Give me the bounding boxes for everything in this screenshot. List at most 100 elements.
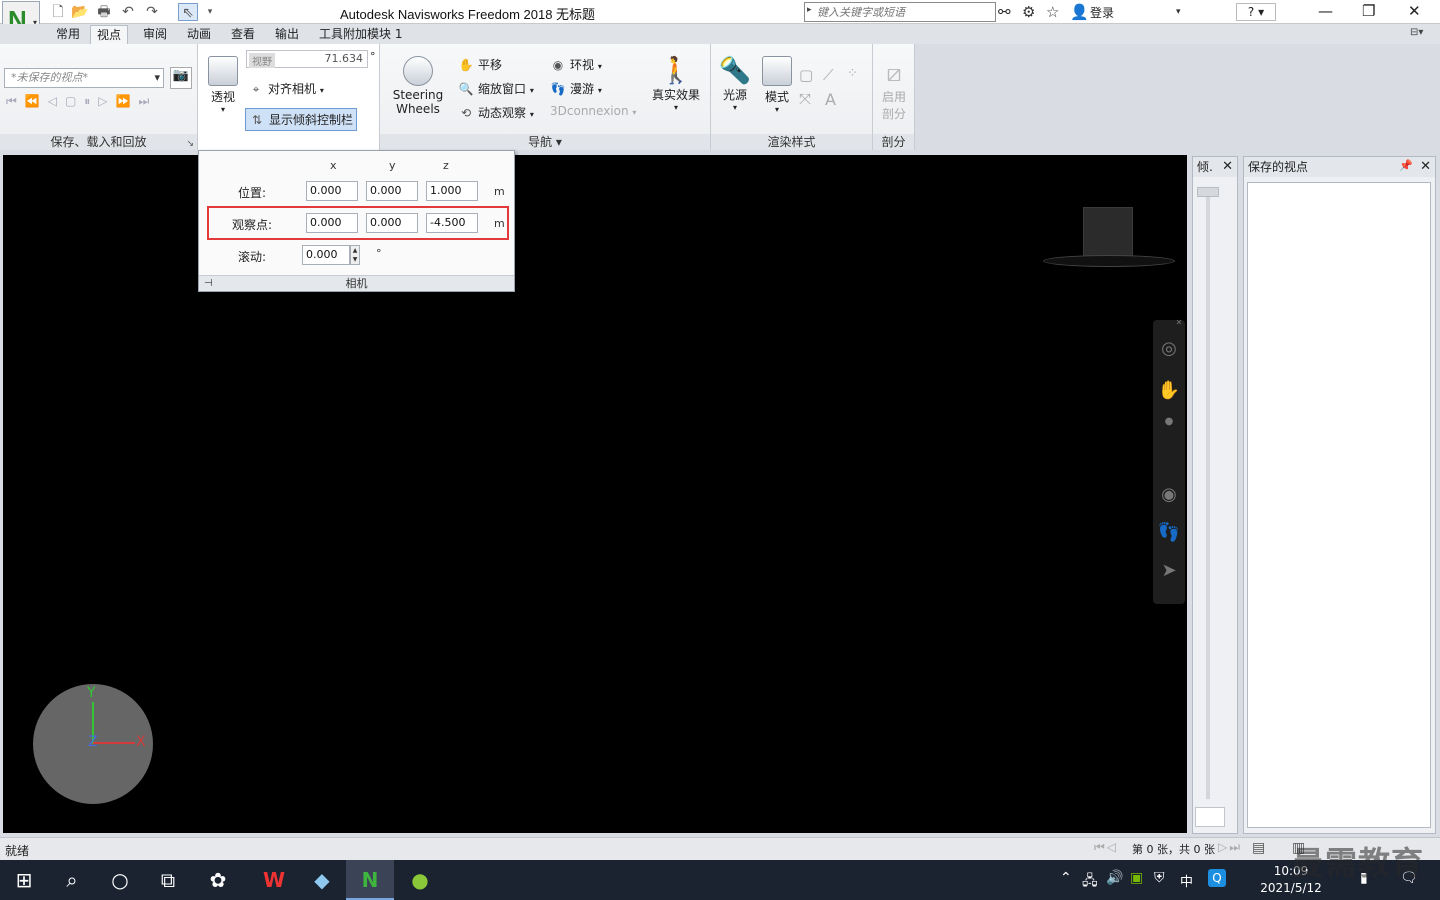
orbit-button[interactable]: ⟲ 动态观察 ▾ xyxy=(458,104,534,121)
walk-button[interactable]: 👣 漫游 ▾ xyxy=(550,80,602,97)
help-button[interactable]: ? ▾ xyxy=(1236,3,1276,21)
saved-viewpoints-list[interactable] xyxy=(1247,182,1431,828)
lookat-z-field[interactable]: -4.500 xyxy=(426,213,478,233)
tab-home[interactable]: 常用 xyxy=(50,25,86,44)
surfaces-icon[interactable]: ▢ xyxy=(799,66,813,84)
wps-app-icon[interactable]: W xyxy=(250,860,298,900)
align-camera-button[interactable]: ⌖ 对齐相机 ▾ xyxy=(248,80,324,97)
connexion-button[interactable]: 3Dconnexion ▾ xyxy=(550,104,636,118)
perspective-button[interactable]: 透视 ▾ xyxy=(206,56,240,114)
favorites-icon[interactable]: ☆ xyxy=(1046,3,1059,21)
lookat-x-field[interactable]: 0.000 xyxy=(306,213,358,233)
tab-view[interactable]: 查看 xyxy=(225,25,261,44)
tab-output[interactable]: 输出 xyxy=(269,25,305,44)
lookat-y-field[interactable]: 0.000 xyxy=(366,213,418,233)
editor-app-icon[interactable]: ◆ xyxy=(298,860,346,900)
next-sheet-icon[interactable]: ▷⏭ xyxy=(1218,840,1242,855)
position-x-field[interactable]: 0.000 xyxy=(306,181,358,201)
position-y-field[interactable]: 0.000 xyxy=(366,181,418,201)
sheet-browser-icon[interactable]: ▤ xyxy=(1252,840,1265,856)
restore-icon[interactable]: ❐ xyxy=(1362,2,1375,20)
viewpoint-combo[interactable]: *未保存的视点* ▾ xyxy=(4,68,164,88)
navbar-zoom-icon[interactable]: ● xyxy=(1153,416,1185,427)
search-input[interactable] xyxy=(817,4,993,20)
panel-launcher-icon[interactable]: ↘ xyxy=(186,139,194,149)
ribbon-minimize-icon[interactable]: ⊟▾ xyxy=(1410,27,1423,38)
network-icon[interactable]: 🖧 xyxy=(1082,870,1098,894)
mode-button[interactable]: 模式 ▾ xyxy=(759,56,795,114)
save-viewpoint-icon[interactable]: 📷 xyxy=(170,67,192,89)
lights-button[interactable]: 🔦 光源 ▾ xyxy=(717,56,753,112)
binoculars-icon[interactable]: ⚯ xyxy=(998,3,1011,21)
pinwheel-app-icon[interactable]: ✿ xyxy=(194,860,242,900)
navbar-orbit-icon[interactable]: ◉ xyxy=(1153,484,1185,505)
col-x-header: x xyxy=(330,159,337,172)
taskbar-search-icon[interactable]: ⌕ xyxy=(48,860,96,900)
new-icon[interactable]: 🗋 xyxy=(48,3,68,21)
steering-wheels-button[interactable]: Steering Wheels xyxy=(390,56,446,116)
tilt-slider-handle[interactable] xyxy=(1197,187,1219,197)
tab-animation[interactable]: 动画 xyxy=(181,25,217,44)
fov-slider[interactable]: 视野 71.634 xyxy=(246,50,368,68)
zoom-window-button[interactable]: 🔍 缩放窗口 ▾ xyxy=(458,80,534,97)
navbar-pan-icon[interactable]: ✋ xyxy=(1153,380,1185,401)
pin-panel-icon[interactable]: 📌 xyxy=(1399,159,1413,172)
prev-sheet-icon[interactable]: ⏮◁ xyxy=(1094,840,1118,855)
qa-dropdown-icon[interactable]: ▾ xyxy=(200,3,220,21)
melon-app-icon[interactable]: ● xyxy=(396,860,444,900)
task-view-icon[interactable]: ⧉ xyxy=(144,860,192,900)
volume-icon[interactable]: 🔊 xyxy=(1106,870,1123,886)
pan-button[interactable]: ✋ 平移 xyxy=(458,56,503,73)
enable-sectioning-button[interactable]: ⧄ 启用 剖分 xyxy=(877,58,911,122)
text-icon[interactable]: A xyxy=(825,90,836,109)
tab-viewpoint[interactable]: 视点 xyxy=(90,25,129,44)
navbar-select-icon[interactable]: ➤ xyxy=(1153,560,1185,581)
show-tilt-bar-button[interactable]: ⇅ 显示倾斜控制栏 xyxy=(245,108,358,131)
login-dropdown-icon[interactable]: ▾ xyxy=(1176,7,1181,17)
nvidia-icon[interactable]: ▣ xyxy=(1130,870,1143,886)
cortana-icon[interactable]: ○ xyxy=(96,860,144,900)
login-button[interactable]: 登录 xyxy=(1090,4,1114,21)
navbar-walk-icon[interactable]: 👣 xyxy=(1153,522,1185,543)
realism-button[interactable]: 🚶 真实效果 ▾ xyxy=(648,56,704,112)
saved-close-icon[interactable]: ✕ xyxy=(1420,159,1431,174)
search-box[interactable]: ▸ xyxy=(804,2,996,22)
roll-spinner[interactable]: ▲ ▼ xyxy=(350,245,360,265)
playback-controls-icon[interactable]: ⏮⏪◁▢⏸▷⏩⏭ xyxy=(6,94,157,109)
points-icon[interactable]: ⁘ xyxy=(847,66,858,81)
roll-field[interactable]: 0.000 xyxy=(302,245,350,265)
print-icon[interactable]: 🖶 xyxy=(94,3,114,21)
tab-review[interactable]: 审阅 xyxy=(137,25,173,44)
tilt-close-icon[interactable]: ✕ xyxy=(1222,159,1233,174)
navbar-wheel-icon[interactable]: ◎ xyxy=(1153,338,1185,359)
close-window-icon[interactable]: ✕ xyxy=(1408,2,1421,20)
tab-addins[interactable]: 工具附加模块 1 xyxy=(313,25,408,44)
minimize-icon[interactable]: — xyxy=(1318,2,1333,20)
ime-indicator[interactable]: 中 xyxy=(1180,871,1193,890)
navisworks-app-icon[interactable]: N xyxy=(346,860,394,900)
spin-down-icon[interactable]: ▼ xyxy=(353,256,358,263)
pin-icon[interactable]: ⊣ xyxy=(204,276,213,291)
security-icon[interactable]: ⛨ xyxy=(1154,870,1165,886)
tilt-value-box[interactable] xyxy=(1195,807,1225,827)
navbar-close-icon[interactable]: ✕ xyxy=(1163,318,1195,327)
search-arrow-icon[interactable]: ▸ xyxy=(807,5,812,15)
lines-icon[interactable]: ⟋ xyxy=(823,66,834,84)
undo-icon[interactable]: ↶ xyxy=(118,3,138,21)
user-icon[interactable]: 👤 xyxy=(1070,3,1089,21)
redo-icon[interactable]: ↷ xyxy=(142,3,162,21)
snap-points-icon[interactable]: ⤧ xyxy=(799,90,811,108)
open-icon[interactable]: 📂 xyxy=(70,3,90,21)
position-z-field[interactable]: 1.000 xyxy=(426,181,478,201)
look-around-button[interactable]: ◉ 环视 ▾ xyxy=(550,56,602,73)
tray-expand-icon[interactable]: ⌃ xyxy=(1060,870,1072,886)
realism-label: 真实效果 xyxy=(651,88,700,102)
windows-start-icon[interactable]: ⊞ xyxy=(0,860,48,900)
select-icon[interactable]: ⇖ xyxy=(178,3,198,21)
qq-icon[interactable]: Q xyxy=(1208,869,1226,887)
satellite-icon[interactable]: ⚙ xyxy=(1022,3,1035,21)
tilt-track[interactable] xyxy=(1206,189,1210,799)
spin-up-icon[interactable]: ▲ xyxy=(353,247,358,254)
panel-title-navigation[interactable]: 导航 ▾ xyxy=(380,134,710,150)
3d-viewport[interactable]: Y Z X xyxy=(3,155,1187,833)
